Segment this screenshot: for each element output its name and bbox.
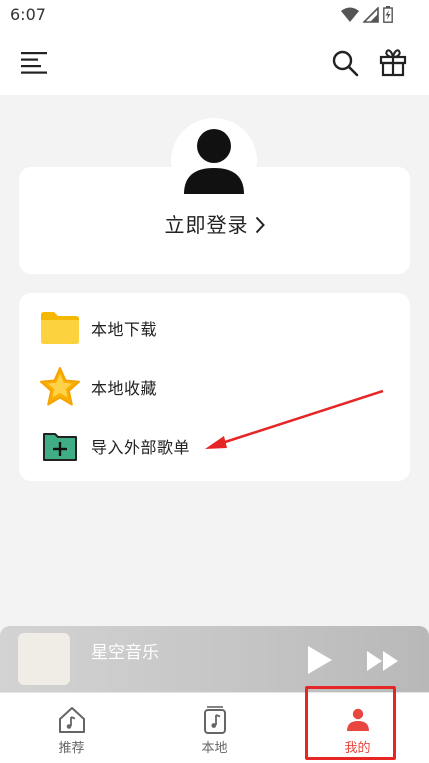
menu-item-label: 本地收藏 [91, 379, 158, 398]
tab-label: 推荐 [58, 741, 85, 756]
battery-charging-icon [383, 6, 393, 23]
menu-item-local-favorites[interactable]: 本地收藏 [19, 362, 410, 412]
folder-icon [41, 312, 79, 344]
menu-item-import-playlist[interactable]: 导入外部歌单 [19, 421, 410, 471]
fast-forward-icon[interactable] [366, 650, 400, 672]
menu-item-label: 本地下载 [91, 320, 158, 339]
person-avatar-icon [184, 129, 244, 194]
album-cover[interactable] [18, 633, 70, 685]
login-button[interactable]: 立即登录 [19, 209, 410, 238]
mini-player[interactable]: 星空音乐 [0, 626, 429, 692]
menu-list-card: 本地下载 本地收藏 导入外部歌单 [19, 293, 410, 481]
player-title: 星空音乐 [91, 643, 159, 663]
avatar[interactable] [171, 118, 257, 204]
annotation-highlight-box [305, 686, 396, 760]
signal-icon [363, 6, 379, 23]
status-icons [341, 6, 393, 23]
music-file-icon [203, 706, 226, 734]
star-icon [40, 367, 80, 406]
menu-icon[interactable] [20, 50, 48, 76]
search-icon[interactable] [331, 49, 359, 77]
menu-item-label: 导入外部歌单 [91, 438, 191, 457]
tab-recommend[interactable]: 推荐 [0, 693, 143, 763]
home-music-icon [58, 707, 85, 733]
status-bar: 6:07 [0, 0, 429, 30]
tab-label: 本地 [201, 741, 228, 756]
folder-add-icon [43, 433, 77, 461]
play-icon[interactable] [306, 644, 334, 676]
login-label: 立即登录 [164, 213, 249, 237]
status-time: 6:07 [10, 5, 46, 24]
menu-item-local-download[interactable]: 本地下载 [19, 303, 410, 353]
chevron-right-icon [255, 216, 265, 234]
tab-local[interactable]: 本地 [143, 693, 286, 763]
wifi-icon [341, 7, 359, 22]
app-bar [0, 30, 429, 95]
gift-icon[interactable] [378, 47, 408, 77]
